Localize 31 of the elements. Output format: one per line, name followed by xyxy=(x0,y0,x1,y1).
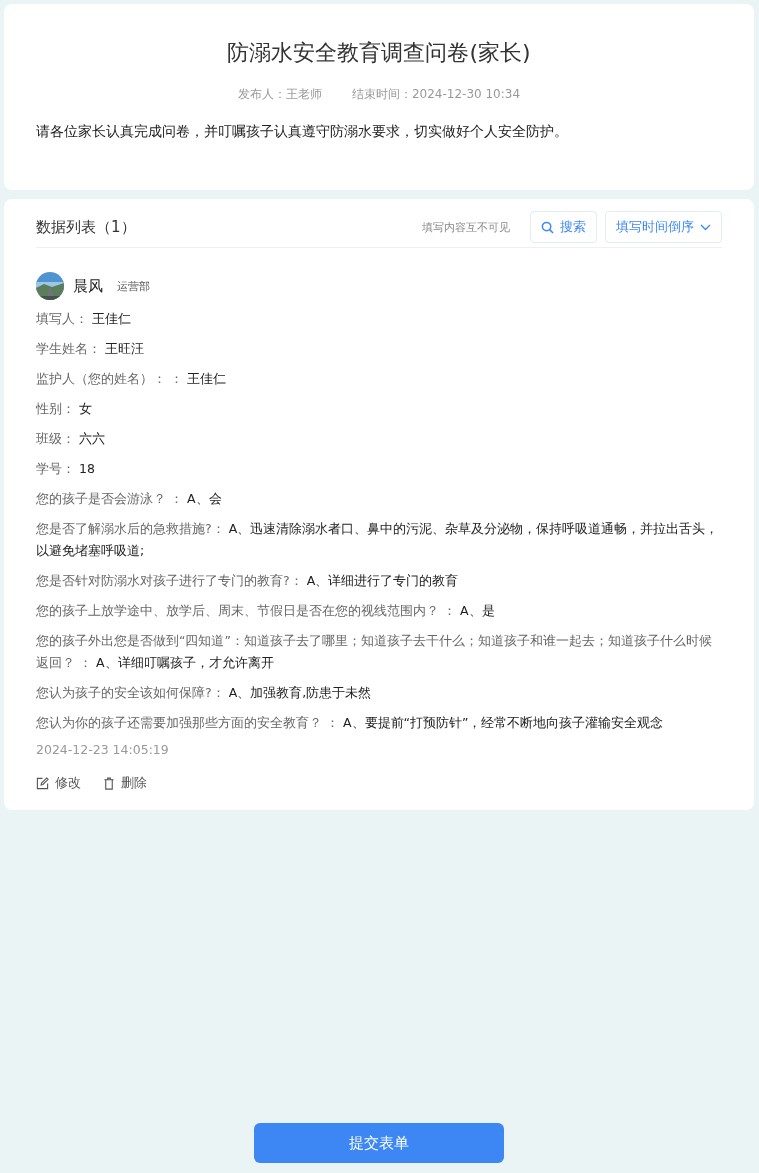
search-icon xyxy=(541,220,554,234)
survey-description: 请各位家长认真完成问卷，并叮嘱孩子认真遵守防溺水要求，切实做好个人安全防护。 xyxy=(36,123,569,141)
search-button[interactable]: 搜索 xyxy=(530,211,597,243)
answer-text: 您认为你的孩子还需要加强那些方面的安全教育？ ： A、要提前“打预防针”，经常不断地向孩子灌输安全观念 xyxy=(36,714,665,732)
answer-text: 填写人： 王佳仁 xyxy=(36,310,132,328)
edit-button[interactable]: 修改 xyxy=(36,775,81,792)
chevron-down-icon xyxy=(700,223,711,231)
answer-text: 学号： 18 xyxy=(36,460,96,478)
department-label: 运营部 xyxy=(117,278,150,294)
answer-text: 您的孩子上放学途中、放学后、周末、节假日是否在您的视线范围内？ ： A、是 xyxy=(36,602,496,620)
end-time-text: 结束时间：2024-12-30 10:34 xyxy=(351,86,521,103)
survey-title: 防溺水安全教育调查问卷(家长) xyxy=(226,39,532,67)
publisher-text: 发布人：王老师 xyxy=(237,86,322,103)
answer-text: 学生姓名： 王旺汪 xyxy=(36,340,145,358)
answer-text: 班级： 六六 xyxy=(36,430,106,448)
trash-icon xyxy=(103,777,115,790)
answer-text: 您是否针对防溺水对孩子进行了专门的教育?： A、详细进行了专门的教育 xyxy=(36,572,460,590)
answer-text: 监护人（您的姓名）： ： 王佳仁 xyxy=(36,370,227,388)
list-title: 数据列表（1） xyxy=(36,217,137,237)
submit-button[interactable]: 提交表单 xyxy=(254,1123,504,1163)
answer-text: 性别： 女 xyxy=(36,400,93,418)
delete-button[interactable]: 删除 xyxy=(103,775,147,792)
answer-text: 您认为孩子的安全该如何保障?： A、加强教育,防患于未然 xyxy=(36,684,373,702)
submitted-time: 2024-12-23 14:05:19 xyxy=(36,742,170,757)
visibility-note: 填写内容互不可见 xyxy=(422,219,510,235)
answer-text: 您是否了解溺水后的急救措施?： A、迅速清除溺水者口、鼻中的污泥、杂草及分泌物，保持呼吸道通畅，并拉出舌头，以避免堵塞呼吸道; xyxy=(36,520,720,560)
user-name: 晨风 xyxy=(73,276,103,296)
edit-icon xyxy=(36,777,49,790)
answer-text: 您的孩子外出您是否做到“四知道”：知道孩子去了哪里；知道孩子去干什么；知道孩子和谁一起去；知道孩子什么时候返回？ ： A、详细叮嘱孩子，才允许离开 xyxy=(36,632,713,672)
answer-text: 您的孩子是否会游泳？ ： A、会 xyxy=(36,490,223,508)
sort-dropdown[interactable]: 填写时间倒序 xyxy=(605,211,722,243)
